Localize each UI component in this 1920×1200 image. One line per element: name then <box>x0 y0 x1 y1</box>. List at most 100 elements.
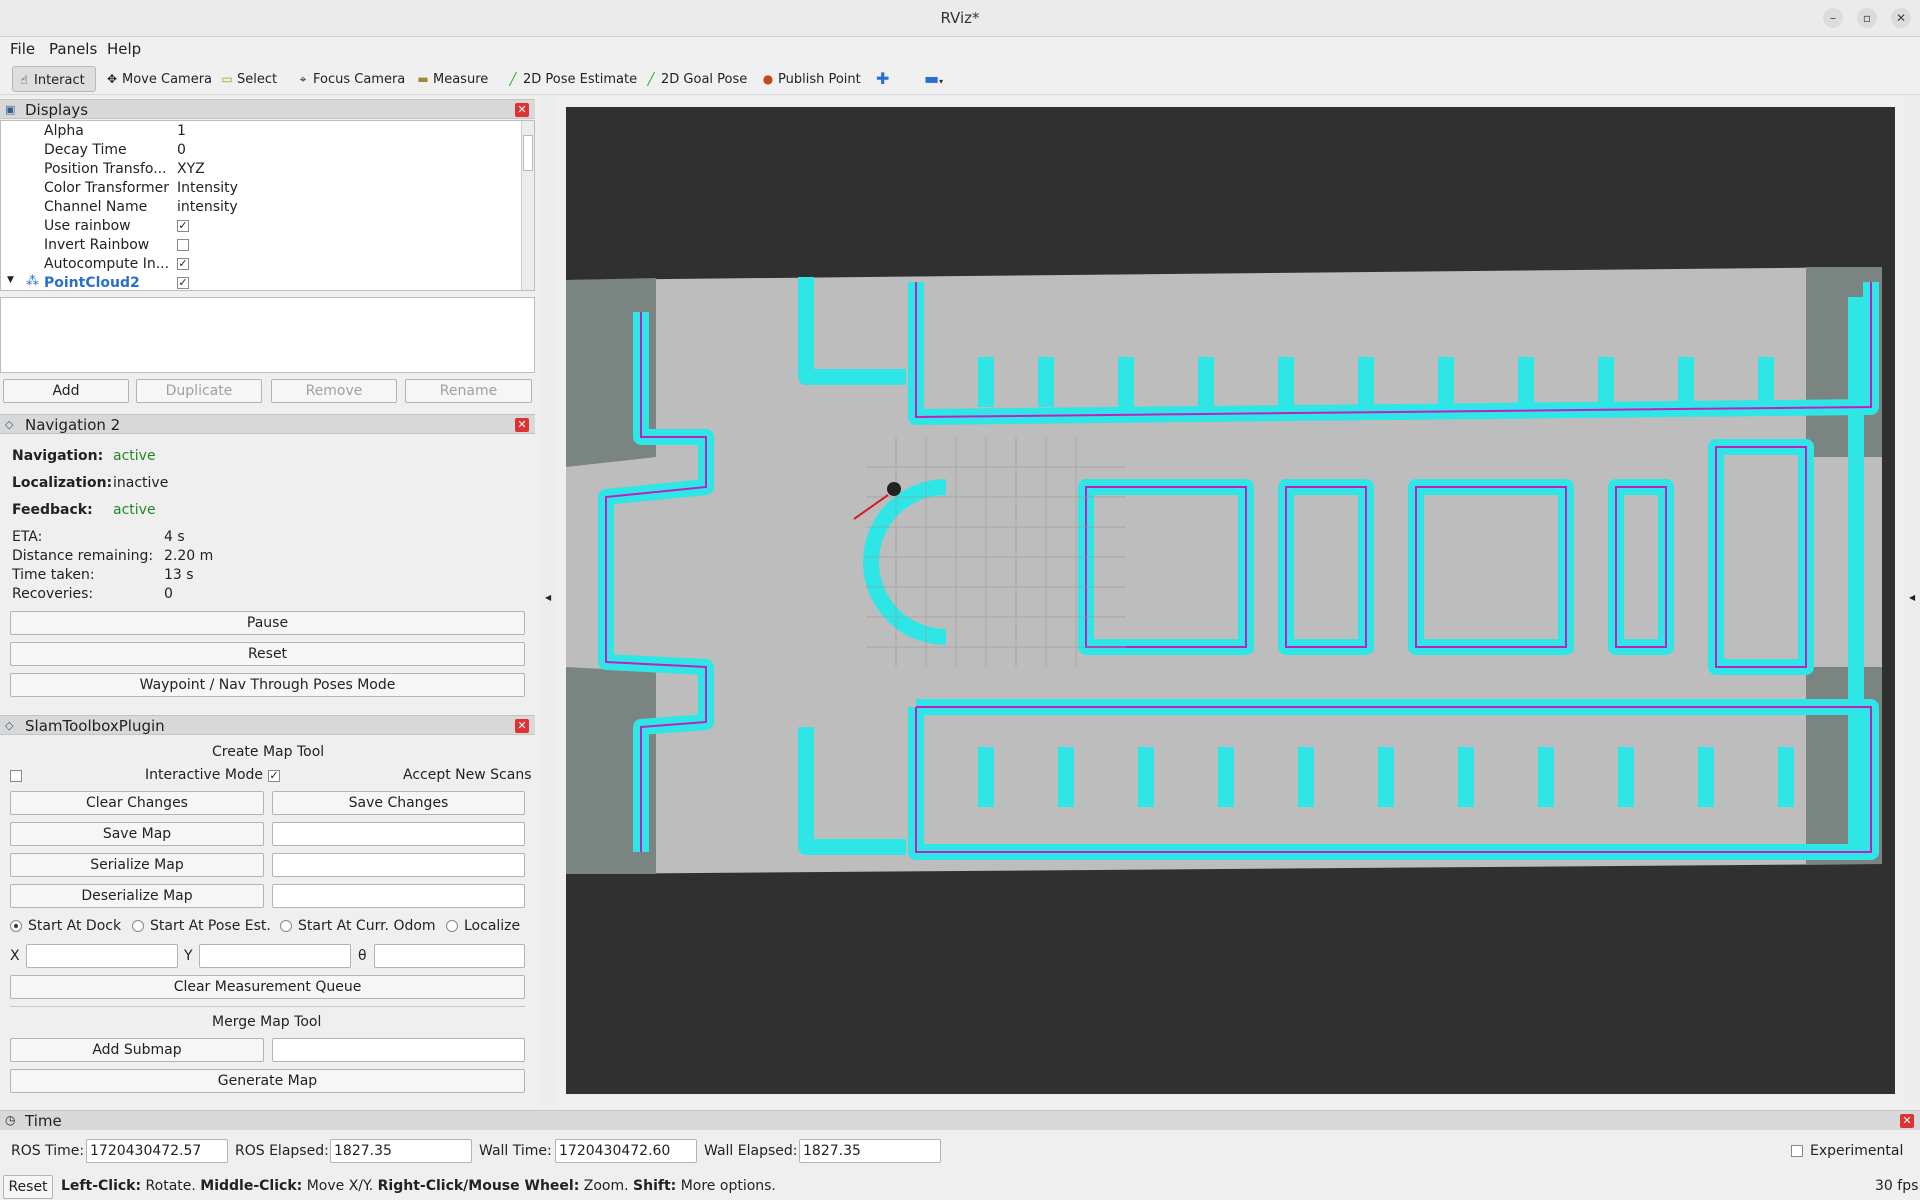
start-at-pose-est-radio[interactable]: Start At Pose Est. <box>132 918 271 934</box>
pause-button[interactable]: Pause <box>10 611 525 635</box>
scrollbar-thumb[interactable] <box>523 135 533 171</box>
pointcloud-row[interactable]: ▼ ⁂ PointCloud2 ✓ <box>1 274 521 293</box>
measure-tool-button[interactable]: ▬ Measure <box>412 66 488 92</box>
feedback-label: Feedback: <box>12 502 93 518</box>
generate-map-button[interactable]: Generate Map <box>10 1069 525 1093</box>
render-viewport[interactable] <box>566 107 1895 1094</box>
close-icon[interactable]: ✕ <box>515 418 529 432</box>
distance-label: Distance remaining: <box>12 548 154 564</box>
serialize-map-button[interactable]: Serialize Map <box>10 853 264 877</box>
menu-help[interactable]: Help <box>107 40 141 58</box>
save-map-name-input[interactable] <box>272 822 525 846</box>
slam-panel-header: ◇ SlamToolboxPlugin ✕ <box>0 715 535 735</box>
property-row[interactable]: Position Transfo... XYZ <box>1 160 521 179</box>
select-tool-button[interactable]: ▭ Select <box>216 66 277 92</box>
interactive-mode-checkbox[interactable] <box>10 770 22 782</box>
property-row[interactable]: Channel Name intensity <box>1 198 521 217</box>
waypoint-mode-button[interactable]: Waypoint / Nav Through Poses Mode <box>10 673 525 697</box>
radio-icon <box>446 920 458 932</box>
property-row[interactable]: Decay Time 0 <box>1 141 521 160</box>
hand-icon: ☝ <box>20 73 28 87</box>
time-panel-header: ◷ Time ✕ <box>0 1110 1920 1130</box>
property-row[interactable]: Alpha 1 <box>1 122 521 141</box>
plus-icon[interactable]: ✚ <box>872 66 889 92</box>
use-rainbow-checkbox[interactable]: ✓ <box>177 220 189 232</box>
ros-time-label: ROS Time: <box>11 1143 85 1159</box>
theta-label: θ <box>358 948 367 964</box>
close-icon[interactable]: ✕ <box>1891 8 1911 28</box>
slam-title: SlamToolboxPlugin <box>25 717 165 735</box>
minimize-icon[interactable]: – <box>1823 8 1843 28</box>
diamond-icon: ◇ <box>5 418 14 431</box>
interact-tool-button[interactable]: ☝ Interact <box>12 66 96 92</box>
y-input[interactable] <box>199 944 351 968</box>
wall-elapsed-field[interactable]: 1827.35 <box>799 1139 941 1163</box>
theta-input[interactable] <box>374 944 525 968</box>
x-input[interactable] <box>26 944 178 968</box>
publish-point-tool-button[interactable]: ● Publish Point <box>757 66 861 92</box>
reset-button[interactable]: Reset <box>10 642 525 666</box>
displays-tree: Alpha 1 Decay Time 0 Position Transfo... XY… <box>0 120 535 291</box>
collapse-left-icon[interactable]: ◀ <box>545 593 551 602</box>
pose-estimate-tool-button[interactable]: ╱ 2D Pose Estimate <box>502 66 637 92</box>
clear-measurement-queue-button[interactable]: Clear Measurement Queue <box>10 975 525 999</box>
save-map-button[interactable]: Save Map <box>10 822 264 846</box>
property-row[interactable]: Use rainbow ✓ <box>1 217 521 236</box>
tool-bar: ☝ Interact ✥ Move Camera ▭ Select ⌖ Focus Ca… <box>0 61 1920 95</box>
navigation-status: active <box>113 448 156 464</box>
invert-rainbow-checkbox[interactable] <box>177 239 189 251</box>
ros-elapsed-field[interactable]: 1827.35 <box>330 1139 472 1163</box>
menu-file[interactable]: File <box>10 40 35 58</box>
maximize-icon[interactable]: ▫ <box>1857 8 1877 28</box>
nav2-panel-header: ◇ Navigation 2 ✕ <box>0 414 535 434</box>
start-at-curr-odom-radio[interactable]: Start At Curr. Odom <box>280 918 436 934</box>
autocompute-checkbox[interactable]: ✓ <box>177 258 189 270</box>
accept-new-scans-checkbox[interactable]: ✓ <box>268 770 280 782</box>
expand-arrow-icon[interactable]: ▼ <box>7 275 14 285</box>
clear-changes-button[interactable]: Clear Changes <box>10 791 264 815</box>
collapse-right-icon[interactable]: ◀ <box>1909 593 1915 602</box>
diamond-icon: ◇ <box>5 719 14 732</box>
radio-icon <box>132 920 144 932</box>
close-icon[interactable]: ✕ <box>515 719 529 733</box>
property-row[interactable]: Autocompute In... ✓ <box>1 255 521 274</box>
merge-map-tool-label: Merge Map Tool <box>212 1014 322 1030</box>
menu-panels[interactable]: Panels <box>49 40 97 58</box>
deserialize-map-name-input[interactable] <box>272 884 525 908</box>
move-camera-tool-button[interactable]: ✥ Move Camera <box>101 66 212 92</box>
serialize-map-name-input[interactable] <box>272 853 525 877</box>
goal-pose-tool-button[interactable]: ╱ 2D Goal Pose <box>640 66 747 92</box>
remove-display-button[interactable]: Remove <box>271 379 397 403</box>
select-icon: ▭ <box>221 72 233 86</box>
deserialize-map-button[interactable]: Deserialize Map <box>10 884 264 908</box>
displays-scrollbar[interactable] <box>521 121 534 290</box>
localize-radio[interactable]: Localize <box>446 918 520 934</box>
ruler-icon: ▬ <box>417 72 429 86</box>
duplicate-display-button[interactable]: Duplicate <box>136 379 262 403</box>
display-description-box <box>0 297 535 373</box>
property-row[interactable]: Invert Rainbow <box>1 236 521 255</box>
rename-display-button[interactable]: Rename <box>405 379 532 403</box>
add-display-button[interactable]: Add <box>3 379 129 403</box>
right-splitter[interactable]: ◀ <box>1904 95 1920 1105</box>
save-changes-button[interactable]: Save Changes <box>272 791 525 815</box>
ros-time-field[interactable]: 1720430472.57 <box>86 1139 228 1163</box>
reset-view-button[interactable]: Reset <box>3 1175 53 1199</box>
close-icon[interactable]: ✕ <box>1900 1114 1914 1128</box>
experimental-checkbox[interactable] <box>1791 1145 1803 1157</box>
focus-camera-tool-button[interactable]: ⌖ Focus Camera <box>292 66 406 92</box>
submap-name-input[interactable] <box>272 1038 525 1062</box>
add-submap-button[interactable]: Add Submap <box>10 1038 264 1062</box>
close-icon[interactable]: ✕ <box>515 103 529 117</box>
pointcloud-enabled-checkbox[interactable]: ✓ <box>177 277 189 289</box>
minus-icon[interactable]: ▬▾ <box>920 66 943 92</box>
eta-label: ETA: <box>12 529 43 545</box>
wall-time-field[interactable]: 1720430472.60 <box>555 1139 697 1163</box>
left-splitter[interactable]: ◀ <box>540 95 556 1105</box>
radio-selected-icon <box>10 920 22 932</box>
pointcloud-icon: ⁂ <box>26 274 39 289</box>
start-at-dock-radio[interactable]: Start At Dock <box>10 918 121 934</box>
property-row[interactable]: Color Transformer Intensity <box>1 179 521 198</box>
fps-counter: 30 fps <box>1875 1178 1919 1194</box>
clock-icon: ◷ <box>5 1113 16 1127</box>
